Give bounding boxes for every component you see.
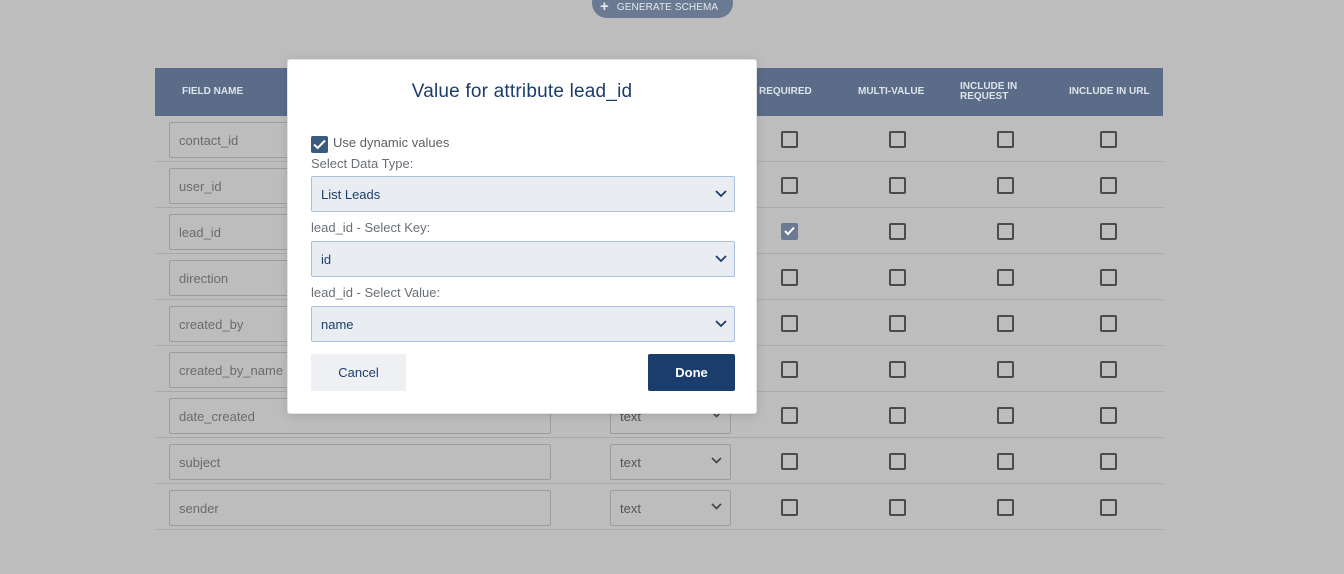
- data-type-label: Select Data Type:: [311, 156, 414, 171]
- include-in-url-checkbox[interactable]: [1100, 361, 1117, 378]
- include-in-request-checkbox[interactable]: [997, 177, 1014, 194]
- include-in-url-checkbox[interactable]: [1100, 269, 1117, 286]
- include-in-url-checkbox[interactable]: [1100, 453, 1117, 470]
- include-in-request-checkbox[interactable]: [997, 361, 1014, 378]
- multi-value-checkbox[interactable]: [889, 315, 906, 332]
- required-checkbox[interactable]: [781, 315, 798, 332]
- checkbox-checked-icon[interactable]: [311, 136, 328, 153]
- field-type-select[interactable]: text: [610, 490, 731, 526]
- include-in-request-checkbox[interactable]: [997, 453, 1014, 470]
- dynamic-values-label: Use dynamic values: [333, 135, 450, 150]
- cancel-button[interactable]: Cancel: [311, 354, 406, 391]
- key-select[interactable]: id: [311, 241, 735, 277]
- required-checkbox[interactable]: [781, 499, 798, 516]
- field-type-value: text: [620, 454, 641, 470]
- value-select[interactable]: name: [311, 306, 735, 342]
- multi-value-checkbox[interactable]: [889, 361, 906, 378]
- include-in-url-checkbox[interactable]: [1100, 407, 1117, 424]
- required-checkbox[interactable]: [781, 453, 798, 470]
- chevron-down-icon: [711, 503, 722, 510]
- chevron-down-icon: [715, 255, 727, 263]
- data-type-value: List Leads: [321, 186, 381, 202]
- header-include-in-url: INCLUDE IN URL: [1069, 86, 1150, 97]
- multi-value-checkbox[interactable]: [889, 131, 906, 148]
- include-in-request-checkbox[interactable]: [997, 315, 1014, 332]
- multi-value-checkbox[interactable]: [889, 453, 906, 470]
- include-in-request-checkbox[interactable]: [997, 131, 1014, 148]
- field-name-input[interactable]: sender: [169, 490, 551, 526]
- chevron-down-icon: [715, 190, 727, 198]
- header-include-in-request: INCLUDE IN REQUEST: [960, 81, 1018, 102]
- required-checkbox[interactable]: [781, 177, 798, 194]
- modal-title: Value for attribute lead_id: [411, 81, 633, 102]
- data-type-select[interactable]: List Leads: [311, 176, 735, 212]
- value-value: name: [321, 316, 354, 332]
- required-checkbox[interactable]: [781, 223, 798, 240]
- include-in-url-checkbox[interactable]: [1100, 177, 1117, 194]
- multi-value-checkbox[interactable]: [889, 269, 906, 286]
- required-checkbox[interactable]: [781, 361, 798, 378]
- multi-value-checkbox[interactable]: [889, 499, 906, 516]
- include-in-url-checkbox[interactable]: [1100, 131, 1117, 148]
- value-label: lead_id - Select Value:: [311, 285, 441, 300]
- table-row: subject text: [155, 438, 1163, 484]
- include-in-url-checkbox[interactable]: [1100, 499, 1117, 516]
- header-field-name: FIELD NAME: [182, 86, 244, 97]
- required-checkbox[interactable]: [781, 269, 798, 286]
- key-label: lead_id - Select Key:: [311, 220, 431, 235]
- multi-value-checkbox[interactable]: [889, 407, 906, 424]
- include-in-url-checkbox[interactable]: [1100, 315, 1117, 332]
- include-in-request-checkbox[interactable]: [997, 407, 1014, 424]
- generate-schema-label: GENERATE SCHEMA: [616, 1, 719, 13]
- include-in-url-checkbox[interactable]: [1100, 223, 1117, 240]
- include-in-request-checkbox[interactable]: [997, 223, 1014, 240]
- required-checkbox[interactable]: [781, 131, 798, 148]
- attribute-value-modal: Value for attribute lead_id Use dynamic …: [287, 59, 757, 414]
- chevron-down-icon: [715, 320, 727, 328]
- field-type-value: text: [620, 500, 641, 516]
- include-in-request-checkbox[interactable]: [997, 499, 1014, 516]
- multi-value-checkbox[interactable]: [889, 223, 906, 240]
- header-required: REQUIRED: [759, 86, 812, 97]
- header-multi-value: MULTI-VALUE: [858, 86, 925, 97]
- plus-icon: +: [600, 0, 609, 15]
- dynamic-values-checkbox[interactable]: Use dynamic values: [311, 135, 449, 153]
- chevron-down-icon: [711, 457, 722, 464]
- field-name-input[interactable]: subject: [169, 444, 551, 480]
- key-value: id: [321, 251, 332, 267]
- checkmark-icon: [784, 226, 795, 236]
- done-button[interactable]: Done: [648, 354, 735, 391]
- generate-schema-button[interactable]: + GENERATE SCHEMA: [592, 0, 733, 18]
- include-in-request-checkbox[interactable]: [997, 269, 1014, 286]
- field-type-select[interactable]: text: [610, 444, 731, 480]
- multi-value-checkbox[interactable]: [889, 177, 906, 194]
- required-checkbox[interactable]: [781, 407, 798, 424]
- table-row: sender text: [155, 484, 1163, 530]
